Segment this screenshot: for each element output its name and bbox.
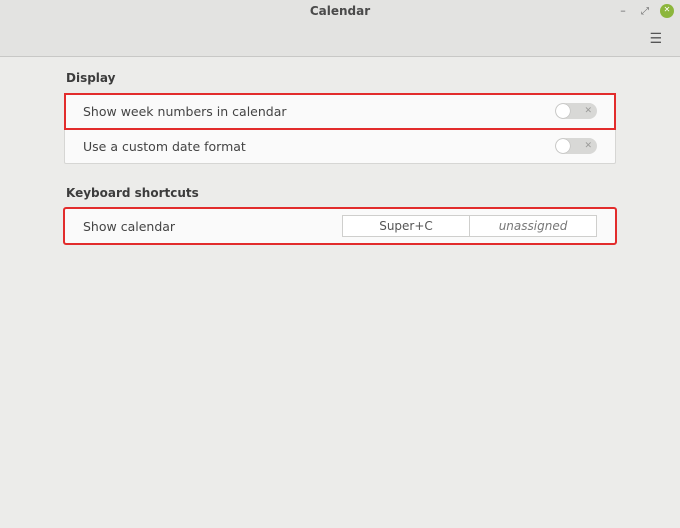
label-custom-date-format: Use a custom date format: [83, 139, 555, 154]
toggle-knob: [556, 104, 570, 118]
close-button[interactable]: [660, 4, 674, 18]
content-area: Display Show week numbers in calendar ✕ …: [0, 57, 680, 258]
section-display: Display Show week numbers in calendar ✕ …: [64, 71, 616, 164]
toolbar: ☰: [0, 22, 680, 57]
shortcut-fields: Super+C unassigned: [342, 215, 597, 237]
toggle-knob: [556, 139, 570, 153]
section-keyboard-shortcuts: Keyboard shortcuts Show calendar Super+C…: [64, 186, 616, 244]
hamburger-menu-icon[interactable]: ☰: [643, 27, 668, 51]
maximize-button[interactable]: [638, 4, 652, 18]
toggle-show-week-numbers[interactable]: ✕: [555, 103, 597, 119]
toggle-off-icon: ✕: [584, 141, 592, 151]
window-title: Calendar: [310, 4, 370, 18]
row-show-calendar: Show calendar Super+C unassigned: [65, 209, 615, 243]
shortcut-secondary[interactable]: unassigned: [470, 215, 597, 237]
toggle-off-icon: ✕: [584, 106, 592, 116]
titlebar: Calendar: [0, 0, 680, 22]
section-header-display: Display: [64, 71, 616, 85]
row-show-week-numbers: Show week numbers in calendar ✕: [65, 94, 615, 129]
row-custom-date-format: Use a custom date format ✕: [65, 129, 615, 163]
shortcuts-panel: Show calendar Super+C unassigned: [64, 208, 616, 244]
section-header-keyboard-shortcuts: Keyboard shortcuts: [64, 186, 616, 200]
display-panel: Show week numbers in calendar ✕ Use a cu…: [64, 93, 616, 164]
label-show-week-numbers: Show week numbers in calendar: [83, 104, 555, 119]
label-show-calendar: Show calendar: [83, 219, 342, 234]
shortcut-primary[interactable]: Super+C: [342, 215, 470, 237]
minimize-button[interactable]: [616, 4, 630, 18]
toggle-custom-date-format[interactable]: ✕: [555, 138, 597, 154]
window-controls: [616, 0, 674, 22]
